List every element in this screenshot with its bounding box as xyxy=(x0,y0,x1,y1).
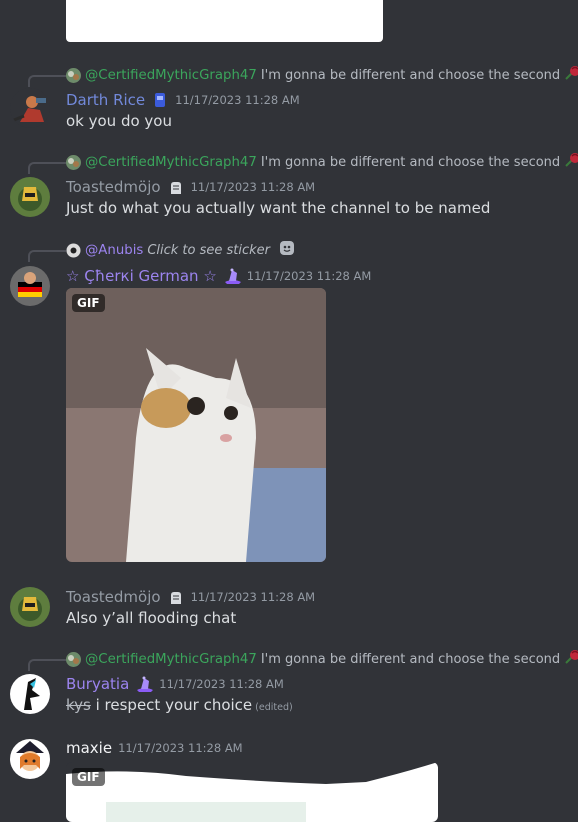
cat-gif-image xyxy=(66,288,326,562)
message-header: Buryatia 11/17/2023 11:28 AM xyxy=(66,673,284,695)
reply-text[interactable]: Click to see sticker xyxy=(147,243,270,258)
reply-connector xyxy=(28,75,66,87)
reply-text: I'm gonna be different and choose the se… xyxy=(260,651,561,667)
message-header: ☆ Çħerкi German ☆ 11/17/2023 11:28 AM xyxy=(66,265,371,287)
avatar[interactable] xyxy=(10,88,50,128)
message-header: maxie 11/17/2023 11:28 AM xyxy=(66,737,243,759)
reply-avatar xyxy=(66,67,81,83)
avatar[interactable] xyxy=(10,266,50,306)
reply-preview[interactable]: @CertifiedMythicGraph47 I'm gonna be dif… xyxy=(66,66,578,84)
gif-image xyxy=(66,762,438,822)
timestamp: 11/17/2023 11:28 AM xyxy=(118,741,243,755)
avatar[interactable] xyxy=(10,587,50,627)
reply-avatar xyxy=(66,154,81,170)
reply-preview[interactable]: @CertifiedMythicGraph47 I'm gonna be dif… xyxy=(66,153,578,171)
red-rose-emoji-icon xyxy=(564,65,578,85)
timestamp: 11/17/2023 11:28 AM xyxy=(190,180,316,194)
message-header: Darth Rice 11/17/2023 11:28 AM xyxy=(66,89,300,111)
reply-connector xyxy=(28,659,66,671)
sticker-icon xyxy=(278,240,296,260)
reply-avatar xyxy=(66,651,81,667)
message-content: kys i respect your choice (edited) xyxy=(66,696,293,714)
reply-avatar xyxy=(66,243,81,258)
username[interactable]: ☆ Çħerкi German ☆ xyxy=(66,267,217,285)
reply-mention[interactable]: @CertifiedMythicGraph47 xyxy=(85,155,257,170)
message-content: Also y’all flooding chat xyxy=(66,609,237,627)
timestamp: 11/17/2023 11:28 AM xyxy=(159,677,284,691)
purple-hat-badge-icon xyxy=(223,267,241,285)
timestamp: 11/17/2023 11:28 AM xyxy=(246,269,372,283)
reply-preview[interactable]: @CertifiedMythicGraph47 I'm gonna be dif… xyxy=(66,650,578,668)
username[interactable]: Toastedmöjo xyxy=(66,178,161,196)
reply-connector xyxy=(28,250,66,262)
message-content: Just do what you actually want the chann… xyxy=(66,199,491,217)
hand-badge-icon xyxy=(167,588,185,606)
red-rose-emoji-icon xyxy=(564,152,578,172)
red-rose-emoji-icon xyxy=(564,649,578,669)
gif-embed[interactable]: GIF xyxy=(66,288,326,562)
gif-label: GIF xyxy=(72,768,105,786)
reply-connector xyxy=(28,162,66,174)
avatar[interactable] xyxy=(10,739,50,779)
hand-badge-icon xyxy=(167,178,185,196)
reply-text: I'm gonna be different and choose the se… xyxy=(260,67,561,83)
username[interactable]: Toastedmöjo xyxy=(66,588,161,606)
edited-indicator: (edited) xyxy=(255,702,293,713)
username[interactable]: Buryatia xyxy=(66,675,129,693)
blue-gem-badge-icon xyxy=(151,91,169,109)
message-text: i respect your choice xyxy=(90,696,253,714)
timestamp: 11/17/2023 11:28 AM xyxy=(175,93,300,107)
avatar[interactable] xyxy=(10,177,50,217)
reply-text: I'm gonna be different and choose the se… xyxy=(260,154,561,170)
message-content: ok you do you xyxy=(66,112,172,130)
reply-mention[interactable]: @CertifiedMythicGraph47 xyxy=(85,652,257,667)
message-header: Toastedmöjo 11/17/2023 11:28 AM xyxy=(66,586,315,608)
strikethrough-text: kys xyxy=(66,696,91,714)
purple-hat-badge-icon xyxy=(135,675,154,693)
reply-preview[interactable]: @Anubis Click to see sticker xyxy=(66,241,296,259)
reply-mention[interactable]: @Anubis xyxy=(85,243,143,258)
username[interactable]: maxie xyxy=(66,739,112,757)
timestamp: 11/17/2023 11:28 AM xyxy=(190,590,316,604)
avatar[interactable] xyxy=(10,674,50,714)
previous-embed-card[interactable] xyxy=(66,0,383,42)
reply-mention[interactable]: @CertifiedMythicGraph47 xyxy=(85,68,257,83)
message-header: Toastedmöjo 11/17/2023 11:28 AM xyxy=(66,176,315,198)
gif-embed[interactable]: GIF xyxy=(66,762,438,822)
gif-label: GIF xyxy=(72,294,105,312)
username[interactable]: Darth Rice xyxy=(66,91,145,109)
